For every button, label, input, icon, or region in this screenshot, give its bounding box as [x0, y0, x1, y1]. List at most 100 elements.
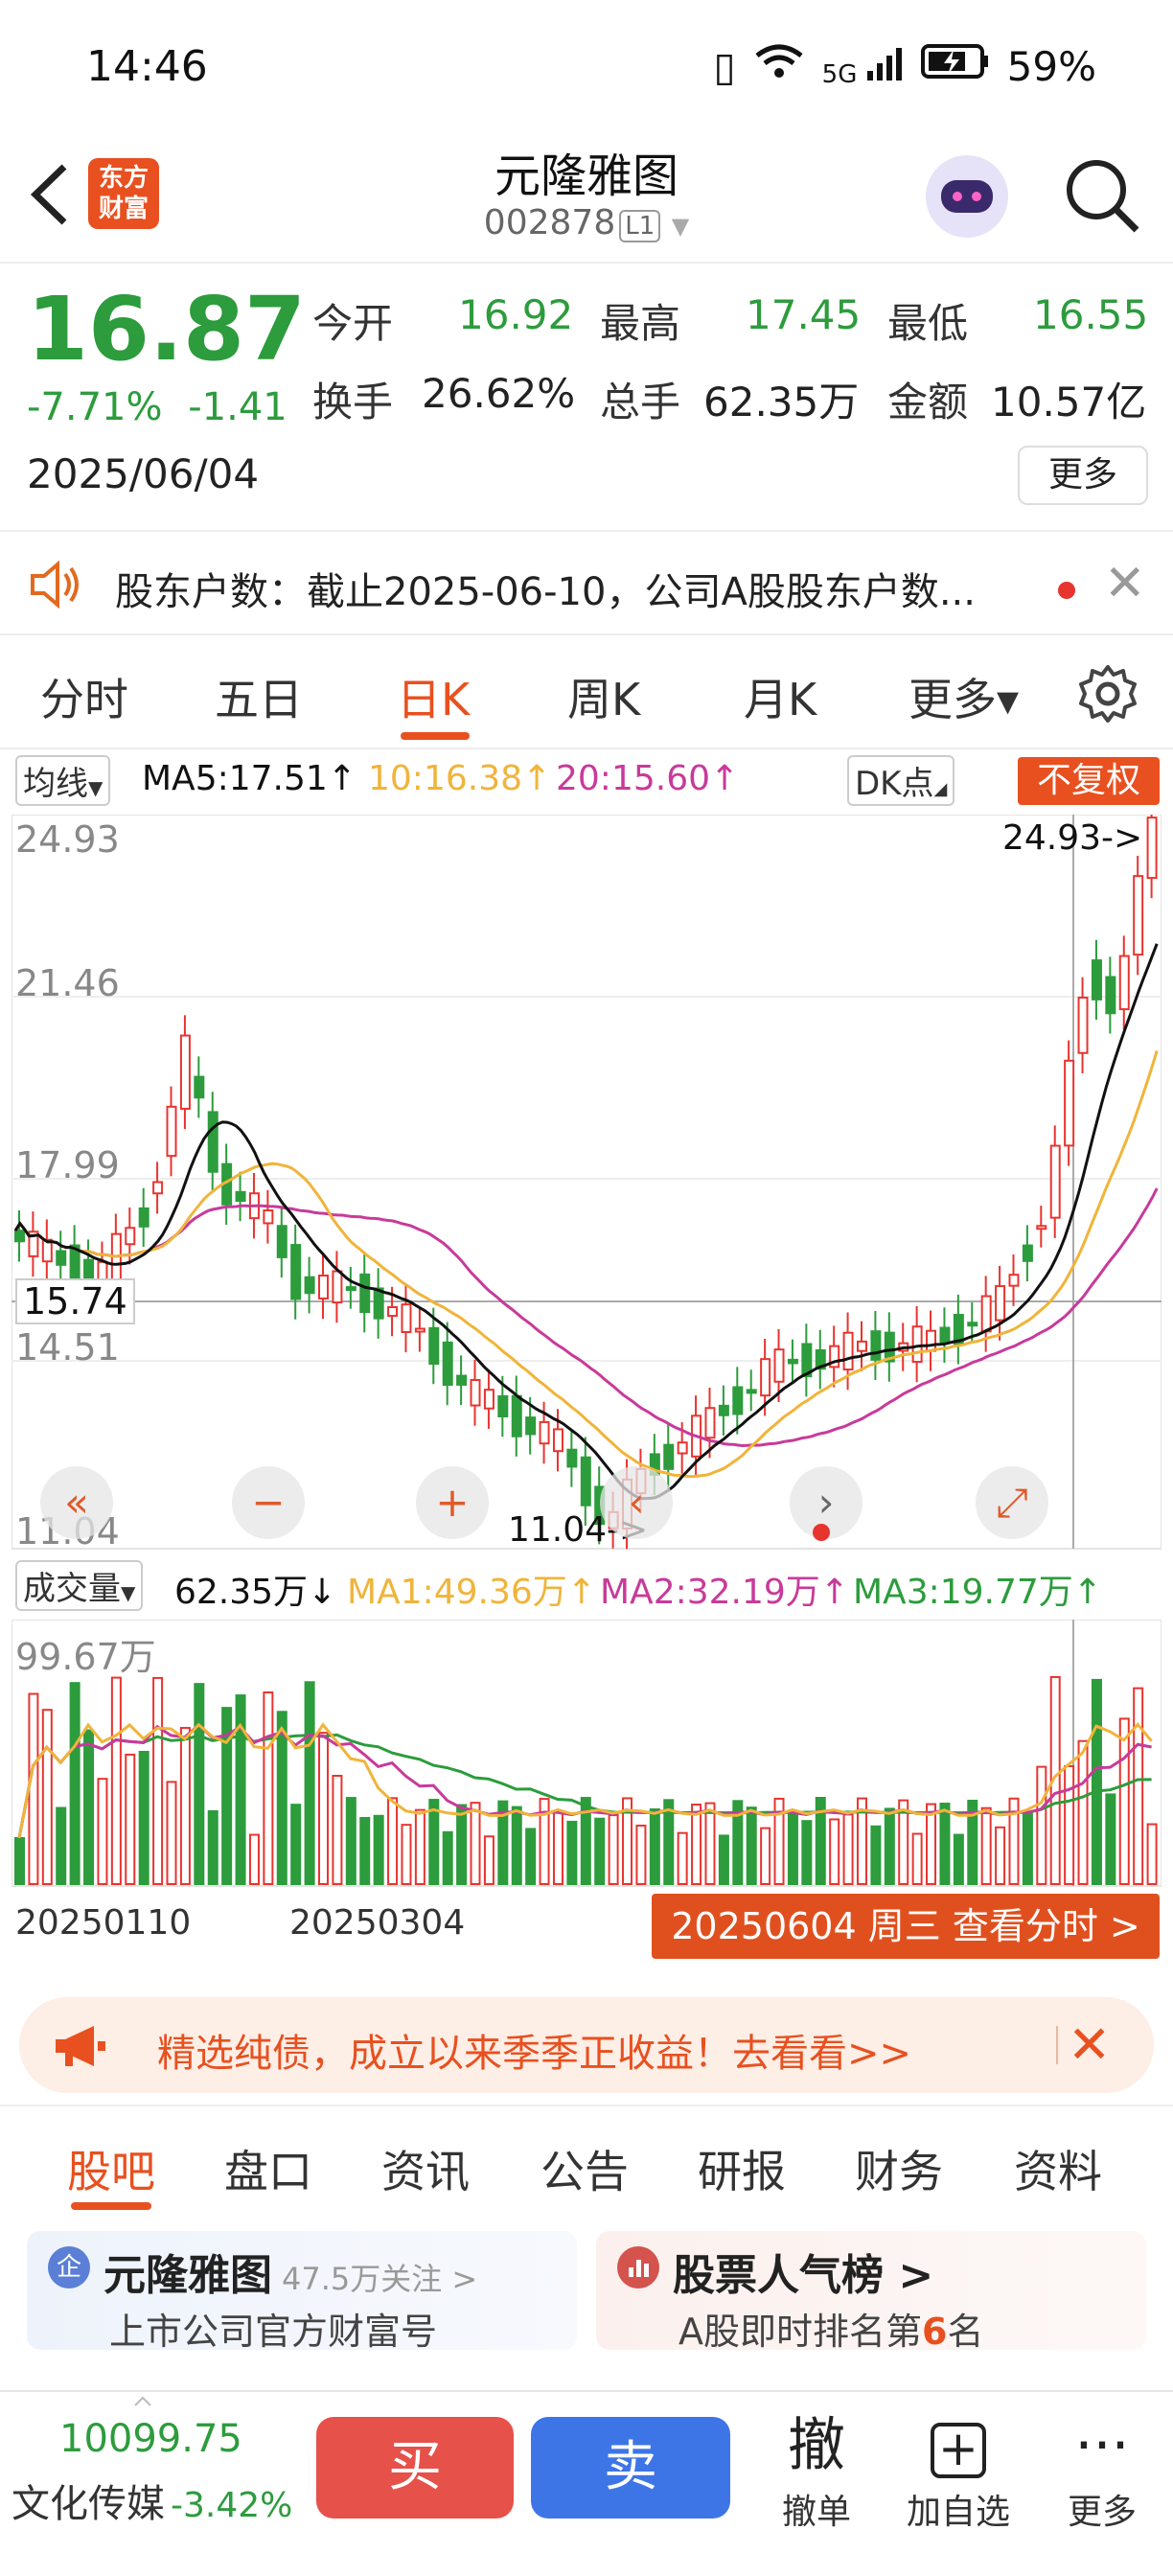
candle-body [566, 1448, 578, 1468]
volume-bar [290, 1804, 302, 1885]
dk-point-button[interactable]: DK点◢ [847, 755, 955, 806]
collapse-arrow-icon[interactable] [134, 2392, 151, 2406]
close-icon[interactable]: ✕ [1104, 555, 1146, 612]
quote-more-button[interactable]: 更多 [1018, 446, 1148, 505]
ai-assistant-icon[interactable] [926, 155, 1008, 238]
candle-body [401, 1303, 412, 1333]
candle-body [152, 1181, 164, 1195]
volume-bar [594, 1817, 606, 1885]
tab-announcements[interactable]: 公告 [540, 2137, 629, 2200]
buy-button[interactable]: 买 [316, 2417, 514, 2518]
candle-body [166, 1105, 177, 1158]
volume-bar [911, 1832, 923, 1886]
tab-monthly-k[interactable]: 月K [744, 665, 816, 728]
candle-body [773, 1348, 785, 1383]
adjust-button[interactable]: 不复权 [1018, 757, 1160, 805]
vol-ma2-legend: MA2:32.19万↑ [600, 1573, 849, 1612]
volume-bar [1105, 1793, 1116, 1885]
open-value: 16.92 [458, 291, 574, 338]
fullscreen-icon[interactable]: ⤢ [976, 1466, 1048, 1539]
volume-bar [318, 1732, 330, 1885]
zoom-out-icon[interactable]: − [232, 1466, 305, 1539]
tab-guba[interactable]: 股吧 [67, 2137, 155, 2200]
vibrate-icon: ▯ [713, 42, 736, 90]
volume-bar [69, 1682, 80, 1885]
candle-body [332, 1270, 343, 1304]
candle-body [939, 1326, 951, 1344]
view-intraday-button[interactable]: 20250604 周三 查看分时 > [652, 1894, 1160, 1959]
prev-icon[interactable]: ‹ [600, 1466, 673, 1539]
status-bar: 14:46 ▯ 5G 59% [0, 0, 1173, 134]
sector-index-value[interactable]: 10099.75 [59, 2417, 242, 2461]
candle-body [1133, 875, 1144, 956]
sector-change: -3.42% [171, 2486, 293, 2525]
candle-body [511, 1394, 522, 1438]
tab-profile[interactable]: 资料 [1014, 2137, 1102, 2200]
volume-bar [980, 1806, 992, 1885]
tab-more[interactable]: 更多▾ [908, 665, 1019, 728]
volume-bar [1091, 1678, 1102, 1885]
card-title: 元隆雅图 47.5万关注 > [104, 2241, 477, 2302]
tab-five-day[interactable]: 五日 [215, 665, 303, 728]
ad-banner[interactable]: 精选纯债，成立以来季季正收益！去看看>> ✕ [19, 1997, 1154, 2093]
tab-research[interactable]: 研报 [698, 2137, 786, 2200]
volume-bar [359, 1816, 371, 1885]
more-actions-button[interactable]: ··· 更多 [1045, 2407, 1160, 2534]
volume-bar [691, 1804, 702, 1885]
tab-weekly-k[interactable]: 周K [567, 665, 640, 728]
candle-body [718, 1404, 729, 1416]
card-title: 股票人气榜 > [673, 2251, 934, 2300]
open-label: 今开 [312, 300, 394, 347]
candle-body [263, 1209, 274, 1225]
scroll-left-icon[interactable]: « [40, 1466, 113, 1539]
change-amount: -1.41 [188, 385, 288, 429]
notice-bar[interactable]: 股东户数：截止2025-06-10，公司A股股东户数... ✕ [0, 530, 1173, 635]
company-account-card[interactable]: 企 元隆雅图 47.5万关注 > 上市公司官方财富号 [27, 2231, 577, 2353]
candle-body [552, 1428, 564, 1453]
sell-button[interactable]: 卖 [531, 2417, 730, 2518]
price-axis-label: 14.51 [15, 1326, 120, 1368]
volume-bar [28, 1692, 39, 1886]
add-watchlist-button[interactable]: + 加自选 [901, 2407, 1016, 2534]
tab-daily-k[interactable]: 日K [397, 665, 470, 728]
candle-body [235, 1190, 246, 1203]
close-icon[interactable]: ✕ [1068, 2014, 1111, 2075]
candle-body [138, 1207, 150, 1228]
sector-index-name[interactable]: 文化传媒 -3.42% [12, 2472, 292, 2528]
battery-icon [920, 42, 990, 90]
tab-financials[interactable]: 财务 [855, 2137, 943, 2200]
gear-icon[interactable] [1077, 663, 1138, 724]
tab-news[interactable]: 资讯 [381, 2137, 470, 2200]
candle-body [290, 1244, 302, 1300]
info-tabs: 股吧 盘口 资讯 公告 研报 财务 资料 [0, 2104, 1173, 2210]
more-label: 更多 [1067, 2493, 1137, 2532]
chevron-down-icon: ▼ [121, 1581, 136, 1604]
indicator-selector[interactable]: 成交量▼ [15, 1560, 144, 1611]
ma-selector[interactable]: 均线▼ [15, 755, 111, 806]
zoom-in-icon[interactable]: + [416, 1466, 489, 1539]
volume-bar [884, 1807, 895, 1885]
tab-intraday[interactable]: 分时 [40, 665, 128, 728]
candle-body [345, 1286, 356, 1292]
candle-body [179, 1034, 191, 1110]
candle-body [14, 1230, 25, 1243]
candle-body [1022, 1244, 1033, 1262]
cancel-order-button[interactable]: 撤 撤单 [759, 2407, 874, 2534]
candle-body [732, 1386, 744, 1415]
tab-pankou[interactable]: 盘口 [224, 2137, 312, 2200]
candle-body [56, 1250, 67, 1266]
volume-bar [995, 1826, 1006, 1885]
candle-body [442, 1341, 453, 1387]
volume-bar [125, 1753, 136, 1885]
corner-icon: ◢ [933, 779, 948, 799]
search-icon[interactable] [1060, 153, 1146, 240]
popularity-card[interactable]: 股票人气榜 > A股即时排名第6名 [596, 2231, 1146, 2353]
candle-body [539, 1420, 550, 1445]
kline-chart[interactable] [12, 815, 1162, 1552]
volume-bar [525, 1828, 537, 1885]
volume-bar [953, 1833, 964, 1886]
volume-chart[interactable] [12, 1620, 1162, 1888]
volume-bar [152, 1676, 164, 1886]
current-price: 16.87 [27, 278, 307, 380]
rank-value: 6 [922, 2311, 948, 2353]
